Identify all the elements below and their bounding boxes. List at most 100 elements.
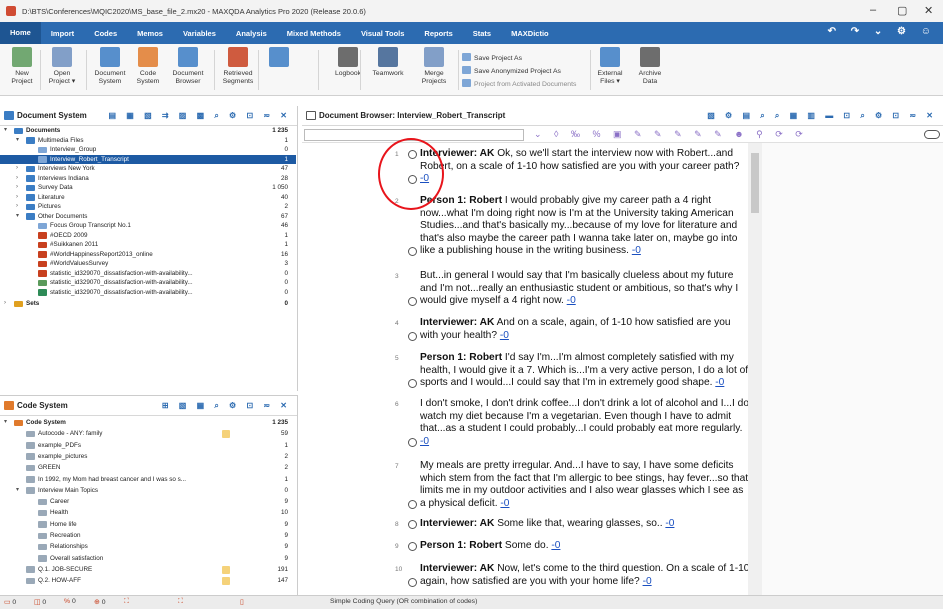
paragraph-link[interactable]: -0 bbox=[632, 245, 641, 256]
coding-tools-icons[interactable]: ⌄ ◊ ‰ % ▣ ✎ ✎ ✎ ✎ ✎ ☻ ⚲ ⟳ ⟳ bbox=[534, 129, 808, 140]
paragraph-10[interactable]: Interviewer: AK Now, let's come to the t… bbox=[420, 563, 750, 588]
doc-tree-row[interactable]: #Suikkanen 2011 1 bbox=[0, 240, 296, 250]
doc-tree-row[interactable]: › Interviews New York 47 bbox=[0, 164, 296, 174]
menu-tab-codes[interactable]: Codes bbox=[84, 29, 127, 38]
paragraph-link[interactable]: -0 bbox=[420, 436, 429, 447]
expand-arrow-icon[interactable]: ▾ bbox=[4, 126, 7, 136]
paragraph-link[interactable]: -0 bbox=[567, 295, 576, 306]
ribbon-small-0[interactable]: Save Project As bbox=[462, 53, 522, 62]
clock-icon[interactable] bbox=[408, 499, 417, 509]
doc-tree-row[interactable]: ▾ Multimedia Files 1 bbox=[0, 136, 296, 146]
clock-icon[interactable] bbox=[408, 520, 417, 529]
doc-tree-row[interactable]: Interview_Robert_Transcript 1 bbox=[0, 154, 296, 164]
menu-tab-visual-tools[interactable]: Visual Tools bbox=[351, 29, 414, 38]
ribbon-small-1[interactable]: Save Anonymized Project As bbox=[462, 66, 561, 75]
code-tree-row[interactable]: example_pictures 2 bbox=[0, 452, 296, 462]
expand-arrow-icon[interactable]: › bbox=[16, 174, 18, 184]
code-tree-row[interactable]: example_PDFs 1 bbox=[0, 441, 296, 451]
code-tree-row[interactable]: Career 9 bbox=[0, 497, 296, 507]
ribbon-button-merge-9[interactable]: Merge Projects bbox=[416, 47, 452, 86]
clock-icon[interactable] bbox=[408, 437, 417, 447]
code-tree-row[interactable]: Health 10 bbox=[0, 508, 296, 518]
close-button[interactable]: ✕ bbox=[924, 4, 933, 17]
doc-tree-row[interactable]: statistic_id329070_dissatisfaction-with-… bbox=[0, 278, 296, 288]
quick-access-icons[interactable]: ↶ ↷ ⌄ ⚙ ☺ bbox=[828, 26, 937, 37]
doc-tree-row[interactable]: Focus Group Transcript No.1 46 bbox=[0, 221, 296, 231]
code-tree-row[interactable]: Home life 9 bbox=[0, 520, 296, 530]
code-tree-row[interactable]: Autocode - ANY: family 59 bbox=[0, 429, 296, 439]
code-tree-row[interactable]: Recreation 9 bbox=[0, 531, 296, 541]
code-tree-row[interactable]: ▾ Interview Main Topics 0 bbox=[0, 486, 296, 496]
doc-tree-row[interactable]: › Interviews Indiana 28 bbox=[0, 174, 296, 184]
status-item-2[interactable]: % 0 bbox=[64, 598, 76, 605]
doc-tree-row[interactable]: statistic_id329070_dissatisfaction-with-… bbox=[0, 288, 296, 298]
clock-icon[interactable] bbox=[408, 577, 417, 587]
expand-arrow-icon[interactable]: ▾ bbox=[16, 486, 19, 496]
coding-stripes-gutter[interactable] bbox=[302, 143, 388, 595]
clock-icon[interactable] bbox=[408, 331, 417, 341]
ribbon-button-code-3[interactable]: Code System bbox=[130, 47, 166, 86]
expand-arrow-icon[interactable]: › bbox=[16, 183, 18, 193]
code-tree-row[interactable]: Overall satisfaction 9 bbox=[0, 554, 296, 564]
ribbon-button-retrieved-5[interactable]: Retrieved Segments bbox=[220, 47, 256, 86]
clock-icon[interactable] bbox=[408, 542, 417, 551]
paragraph-8[interactable]: Interviewer: AK Some like that, wearing … bbox=[420, 518, 750, 531]
doc-tree-row[interactable]: › Survey Data 1 050 bbox=[0, 183, 296, 193]
paragraph-link[interactable]: -0 bbox=[643, 576, 652, 587]
code-tree-row[interactable]: Relationships 9 bbox=[0, 542, 296, 552]
scrollbar-thumb[interactable] bbox=[751, 153, 759, 213]
status-item-6[interactable]: ▯ bbox=[240, 598, 246, 606]
paragraph-9[interactable]: Person 1: Robert Some do. -0 bbox=[420, 540, 750, 553]
doc-tree-row[interactable]: Interview_Group 0 bbox=[0, 145, 296, 155]
paragraph-link[interactable]: -0 bbox=[665, 518, 674, 529]
menu-tab-analysis[interactable]: Analysis bbox=[226, 29, 277, 38]
code-tree-row[interactable]: ▾ Code System 1 235 bbox=[0, 418, 296, 428]
doc-tree-row[interactable]: statistic_id329070_dissatisfaction-with-… bbox=[0, 269, 296, 279]
status-item-1[interactable]: ◫ 0 bbox=[34, 598, 46, 606]
ribbon-small-2[interactable]: Project from Activated Documents bbox=[462, 79, 576, 88]
status-item-5[interactable]: ⛶ bbox=[178, 598, 185, 606]
ribbon-button-toolset-6[interactable] bbox=[264, 47, 294, 70]
ribbon-button-archive-11[interactable]: Archive Data bbox=[632, 47, 668, 86]
paragraph-link[interactable]: -0 bbox=[500, 498, 509, 509]
code-system-toolbar-icons[interactable]: ⊞ ▧ ▦ ⌕ ⚙ ⊡ ≂ ✕ bbox=[162, 401, 291, 411]
doc-tree-row[interactable]: › Literature 40 bbox=[0, 193, 296, 203]
maximize-button[interactable]: ▢ bbox=[897, 4, 907, 17]
expand-arrow-icon[interactable]: › bbox=[16, 164, 18, 174]
doc-tree-row[interactable]: ▾ Other Documents 67 bbox=[0, 212, 296, 222]
paragraph-6[interactable]: I don't smoke, I don't drink coffee...I … bbox=[420, 398, 750, 448]
ribbon-button-open-1[interactable]: Open Project ▾ bbox=[44, 47, 80, 86]
status-item-0[interactable]: ▭ 0 bbox=[4, 598, 16, 606]
ribbon-button-teamwork-8[interactable]: Teamwork bbox=[370, 47, 406, 78]
code-tree-row[interactable]: In 1992, my Mom had breast cancer and I … bbox=[0, 475, 296, 485]
doc-tree-row[interactable]: › Sets 0 bbox=[0, 299, 296, 309]
status-item-3[interactable]: ⊕ 0 bbox=[94, 598, 105, 606]
ribbon-button-external-10[interactable]: External Files ▾ bbox=[592, 47, 628, 86]
menu-tab-home[interactable]: Home bbox=[0, 22, 41, 44]
expand-arrow-icon[interactable]: ▾ bbox=[4, 418, 7, 428]
paragraph-link[interactable]: -0 bbox=[715, 377, 724, 388]
doc-tree-row[interactable]: #OECD 2009 1 bbox=[0, 231, 296, 241]
code-tree-row[interactable]: Q.2. HOW-AFF 147 bbox=[0, 576, 296, 586]
paragraph-4[interactable]: Interviewer: AK And on a scale, again, o… bbox=[420, 317, 750, 342]
paragraph-link[interactable]: -0 bbox=[500, 330, 509, 341]
menu-tab-reports[interactable]: Reports bbox=[414, 29, 462, 38]
doc-tree-row[interactable]: #WorldValuesSurvey 3 bbox=[0, 259, 296, 269]
status-item-4[interactable]: ⛶ bbox=[124, 598, 131, 606]
expand-arrow-icon[interactable]: › bbox=[16, 193, 18, 203]
doc-tree-row[interactable]: ▾ Documents 1 235 bbox=[0, 126, 296, 136]
menu-tab-variables[interactable]: Variables bbox=[173, 29, 226, 38]
paragraph-1[interactable]: Interviewer: AK Ok, so we'll start the i… bbox=[420, 148, 750, 186]
menu-tab-mixed-methods[interactable]: Mixed Methods bbox=[277, 29, 351, 38]
expand-arrow-icon[interactable]: ▾ bbox=[16, 136, 19, 146]
expand-arrow-icon[interactable]: › bbox=[4, 299, 6, 309]
doc-tree-row[interactable]: #WorldHappinessReport2013_online 16 bbox=[0, 250, 296, 260]
document-browser-toolbar-icons[interactable]: ▧ ⚙ ▤ ⌕ ⌕ ▦ ▥ ▬ ⊡ ⌕ ⚙ ⊡ ≂ ✕ bbox=[707, 111, 937, 121]
minimize-button[interactable]: – bbox=[870, 4, 876, 16]
document-system-toolbar-icons[interactable]: ▤ ▦ ▧ ⇉ ▨ ▩ ⌕ ⚙ ⊡ ≂ ✕ bbox=[109, 111, 291, 121]
paragraph-2[interactable]: Person 1: Robert I would probably give m… bbox=[420, 195, 750, 258]
paragraph-7[interactable]: My meals are pretty irregular. And...I h… bbox=[420, 460, 750, 510]
menu-tab-maxdictio[interactable]: MAXDictio bbox=[501, 29, 559, 38]
paragraph-5[interactable]: Person 1: Robert I'd say I'm...I'm almos… bbox=[420, 352, 750, 390]
ribbon-button-new-0[interactable]: New Project bbox=[4, 47, 40, 86]
